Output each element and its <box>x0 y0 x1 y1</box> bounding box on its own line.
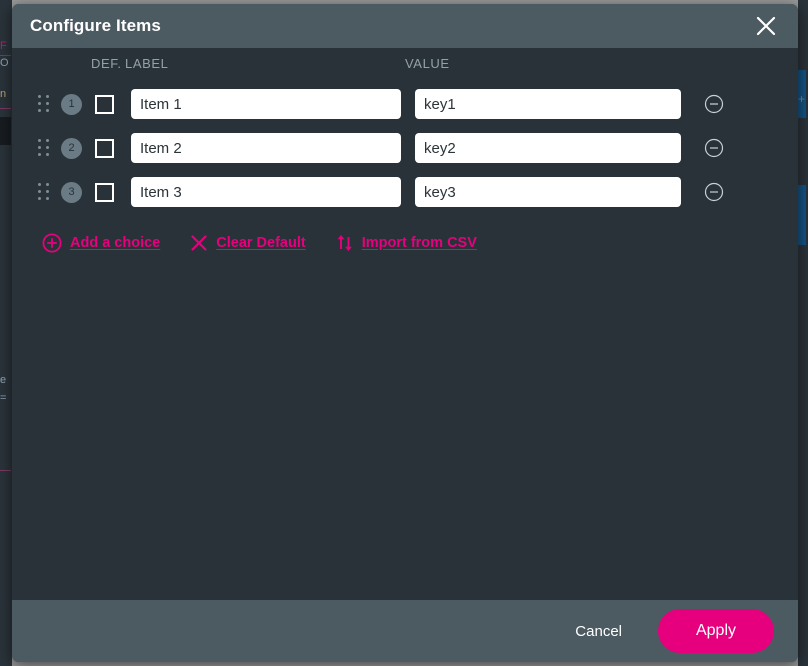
add-a-choice-button[interactable]: Add a choice <box>42 233 160 253</box>
default-checkbox[interactable] <box>95 94 114 114</box>
background-divider <box>0 108 11 109</box>
clear-default-label: Clear Default <box>216 235 306 251</box>
default-checkbox[interactable] <box>95 138 114 158</box>
minus-circle-icon[interactable] <box>703 137 725 159</box>
item-value-input[interactable] <box>415 89 681 119</box>
row-index-badge: 3 <box>61 181 82 203</box>
item-value-input[interactable] <box>415 133 681 163</box>
item-label-input[interactable] <box>131 133 401 163</box>
minus-circle-icon[interactable] <box>703 93 725 115</box>
add-a-choice-label: Add a choice <box>70 235 161 251</box>
clear-default-button[interactable]: Clear Default <box>190 234 306 252</box>
background-dark-block <box>0 117 11 145</box>
item-label-input[interactable] <box>131 89 401 119</box>
item-label-input[interactable] <box>131 177 401 207</box>
background-text-fragment: F <box>0 40 7 52</box>
background-blue-bar <box>798 185 806 245</box>
minus-circle-icon[interactable] <box>703 181 725 203</box>
drag-handle-icon[interactable] <box>36 137 52 159</box>
action-links: Add a choice Clear Default Import from C… <box>12 233 798 253</box>
close-icon[interactable] <box>740 4 792 48</box>
dialog-body: DEF. LABEL VALUE 1 Item 1 key1 2 Item 2 … <box>12 48 798 600</box>
import-from-csv-label: Import from CSV <box>361 235 477 251</box>
drag-handle-icon[interactable] <box>36 181 52 203</box>
background-text-fragment: n <box>0 88 7 100</box>
background-text-fragment: O <box>0 57 9 69</box>
background-left-panel: F O n e = <box>0 0 12 666</box>
column-header-default: DEF. <box>91 56 122 71</box>
dialog-title: Configure Items <box>30 16 161 35</box>
item-value-input[interactable] <box>415 177 681 207</box>
column-header-label: LABEL <box>125 56 169 71</box>
apply-button[interactable]: Apply <box>658 609 774 653</box>
background-divider <box>0 470 11 471</box>
drag-handle-icon[interactable] <box>36 93 52 115</box>
row-index-badge: 2 <box>61 137 82 159</box>
configure-items-dialog: Configure Items DEF. LABEL VALUE 1 Item … <box>12 4 798 662</box>
import-from-csv-button[interactable]: Import from CSV <box>336 233 477 253</box>
plus-circle-icon <box>42 233 62 253</box>
sort-arrows-icon <box>336 233 354 253</box>
x-icon <box>190 234 208 252</box>
items-list: 1 2 <box>12 82 798 214</box>
table-row: 3 <box>12 170 798 214</box>
table-row: 2 <box>12 126 798 170</box>
background-text-fragment: = <box>0 392 7 404</box>
dialog-footer: Cancel Apply <box>12 600 798 662</box>
row-index-badge: 1 <box>61 93 82 115</box>
column-header-value: VALUE <box>405 56 450 71</box>
column-header-row: DEF. LABEL VALUE <box>12 56 798 82</box>
background-divider <box>0 55 11 56</box>
dialog-header: Configure Items <box>12 4 798 48</box>
default-checkbox[interactable] <box>95 182 114 202</box>
table-row: 1 <box>12 82 798 126</box>
cancel-button[interactable]: Cancel <box>557 613 640 650</box>
background-text-fragment: e <box>0 374 7 386</box>
background-marker-icon: + <box>798 92 806 106</box>
background-right-panel: + <box>798 0 808 666</box>
